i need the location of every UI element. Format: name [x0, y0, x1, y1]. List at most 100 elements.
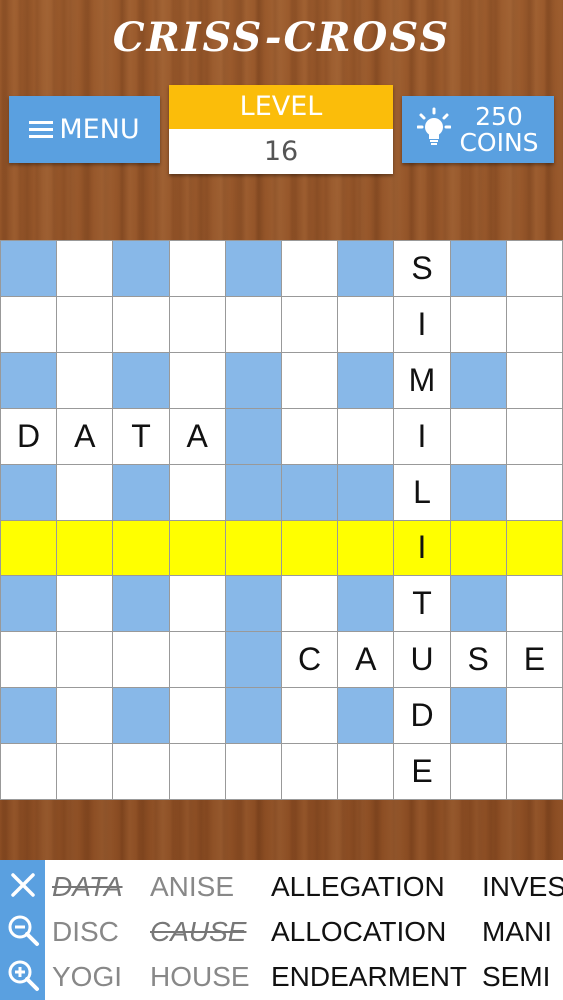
grid-cell[interactable]	[169, 241, 225, 296]
menu-button[interactable]: MENU	[9, 96, 160, 163]
grid-cell[interactable]	[113, 632, 169, 688]
grid-cell[interactable]	[506, 688, 562, 744]
grid-cell[interactable]	[225, 241, 281, 296]
grid-cell[interactable]	[57, 241, 113, 296]
grid-cell[interactable]	[225, 520, 281, 576]
grid-cell[interactable]	[169, 352, 225, 408]
grid-cell[interactable]: M	[394, 352, 450, 408]
grid-cell[interactable]	[1, 744, 57, 799]
grid-cell[interactable]	[338, 464, 394, 520]
grid-cell[interactable]	[338, 744, 394, 799]
grid-cell[interactable]	[450, 296, 506, 352]
grid-cell[interactable]	[282, 520, 338, 576]
grid-cell[interactable]	[450, 744, 506, 799]
grid-cell[interactable]	[169, 688, 225, 744]
grid-cell[interactable]	[338, 241, 394, 296]
zoom-in-icon[interactable]	[6, 958, 40, 992]
grid-cell[interactable]	[338, 408, 394, 464]
grid-cell[interactable]	[450, 576, 506, 632]
grid-cell[interactable]: C	[282, 632, 338, 688]
grid-cell[interactable]	[282, 744, 338, 799]
grid-cell[interactable]: E	[394, 744, 450, 799]
grid-cell[interactable]	[1, 352, 57, 408]
grid-cell[interactable]	[169, 576, 225, 632]
grid-cell[interactable]	[113, 352, 169, 408]
grid-cell[interactable]	[169, 464, 225, 520]
zoom-out-icon[interactable]	[6, 913, 40, 947]
grid-cell[interactable]	[169, 632, 225, 688]
grid-cell[interactable]	[338, 296, 394, 352]
grid-cell[interactable]	[113, 576, 169, 632]
grid-cell[interactable]	[113, 241, 169, 296]
grid-cell[interactable]	[450, 408, 506, 464]
grid-cell[interactable]	[282, 408, 338, 464]
grid-cell[interactable]	[169, 296, 225, 352]
grid-cell[interactable]	[338, 352, 394, 408]
grid-cell[interactable]	[225, 688, 281, 744]
grid-cell[interactable]: S	[394, 241, 450, 296]
grid-cell[interactable]	[506, 241, 562, 296]
grid-cell[interactable]: T	[113, 408, 169, 464]
grid-cell[interactable]	[450, 464, 506, 520]
grid-cell[interactable]: S	[450, 632, 506, 688]
grid-cell[interactable]	[169, 744, 225, 799]
grid-cell[interactable]	[1, 296, 57, 352]
grid-cell[interactable]	[57, 576, 113, 632]
grid-cell[interactable]	[57, 688, 113, 744]
grid-cell[interactable]: D	[394, 688, 450, 744]
grid-cell[interactable]: L	[394, 464, 450, 520]
grid-cell[interactable]	[282, 464, 338, 520]
grid-cell[interactable]	[282, 241, 338, 296]
grid-cell[interactable]: I	[394, 408, 450, 464]
grid-cell[interactable]	[338, 520, 394, 576]
grid-cell[interactable]	[225, 576, 281, 632]
grid-cell[interactable]	[57, 464, 113, 520]
grid-cell[interactable]	[113, 688, 169, 744]
grid-cell[interactable]: A	[169, 408, 225, 464]
grid-cell[interactable]	[506, 576, 562, 632]
grid-cell[interactable]	[506, 520, 562, 576]
grid-cell[interactable]	[1, 241, 57, 296]
grid-cell[interactable]	[113, 744, 169, 799]
grid-cell[interactable]	[338, 688, 394, 744]
grid-cell[interactable]	[57, 520, 113, 576]
grid-cell[interactable]	[450, 241, 506, 296]
grid-cell[interactable]	[1, 464, 57, 520]
grid-cell[interactable]	[113, 464, 169, 520]
grid-cell[interactable]: D	[1, 408, 57, 464]
close-icon[interactable]	[6, 868, 40, 902]
grid-cell[interactable]	[282, 576, 338, 632]
grid-cell[interactable]	[506, 464, 562, 520]
coins-button[interactable]: 250 COINS	[402, 96, 554, 163]
grid-cell[interactable]	[225, 744, 281, 799]
grid-cell[interactable]	[57, 296, 113, 352]
grid-cell[interactable]	[1, 632, 57, 688]
grid-cell[interactable]: U	[394, 632, 450, 688]
grid-cell[interactable]	[225, 464, 281, 520]
grid-cell[interactable]	[1, 688, 57, 744]
grid-cell[interactable]	[506, 744, 562, 799]
grid-cell[interactable]	[1, 520, 57, 576]
grid-cell[interactable]: A	[57, 408, 113, 464]
grid-cell[interactable]	[225, 632, 281, 688]
grid-cell[interactable]	[506, 352, 562, 408]
grid-cell[interactable]: I	[394, 296, 450, 352]
grid-cell[interactable]	[57, 632, 113, 688]
grid-cell[interactable]	[225, 408, 281, 464]
grid-cell[interactable]	[225, 352, 281, 408]
grid-cell[interactable]	[57, 744, 113, 799]
grid-cell[interactable]	[506, 296, 562, 352]
grid-cell[interactable]	[506, 408, 562, 464]
grid-cell[interactable]	[113, 296, 169, 352]
grid-cell[interactable]: T	[394, 576, 450, 632]
grid-cell[interactable]	[282, 352, 338, 408]
grid-cell[interactable]	[282, 688, 338, 744]
grid-cell[interactable]: E	[506, 632, 562, 688]
grid-cell[interactable]: I	[394, 520, 450, 576]
grid-cell[interactable]	[113, 520, 169, 576]
grid-cell[interactable]: A	[338, 632, 394, 688]
grid-cell[interactable]	[450, 520, 506, 576]
grid-cell[interactable]	[169, 520, 225, 576]
grid-cell[interactable]	[225, 296, 281, 352]
grid-cell[interactable]	[450, 352, 506, 408]
